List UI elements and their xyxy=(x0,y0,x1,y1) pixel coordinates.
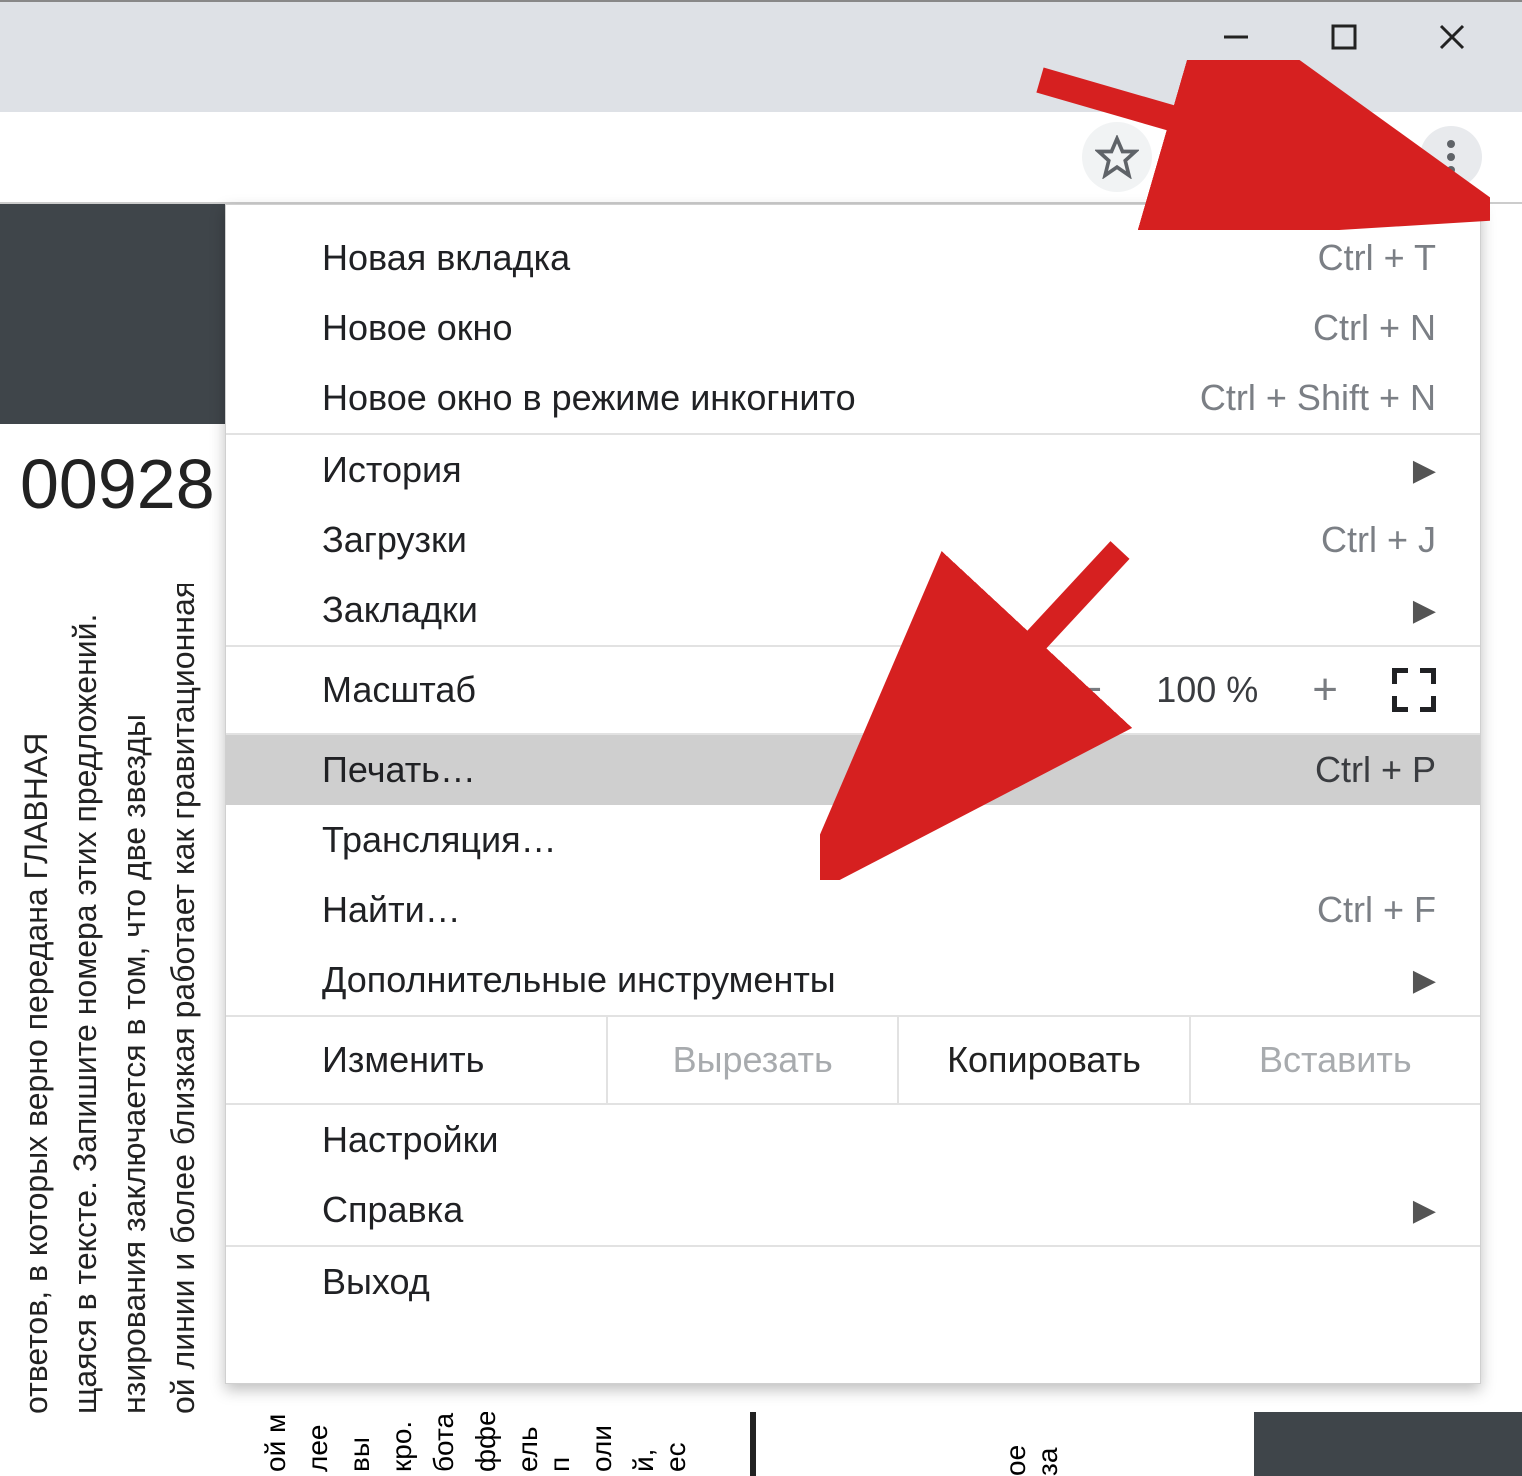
menu-label: Новое окно xyxy=(322,307,512,349)
menu-item-cast[interactable]: Трансляция… xyxy=(226,805,1480,875)
stub-text: бота xyxy=(428,1412,460,1472)
zoom-value: 100 % xyxy=(1156,669,1258,711)
menu-item-edit: Изменить Вырезать Копировать Вставить xyxy=(226,1015,1480,1105)
stub-text: оли xyxy=(586,1412,618,1472)
stub-text: лее xyxy=(302,1412,334,1472)
menu-item-new-window[interactable]: Новое окно Ctrl + N xyxy=(226,293,1480,363)
chevron-right-icon: ▶ xyxy=(1413,593,1436,628)
stub-text: ффе xyxy=(470,1412,502,1472)
stub-text: кро. xyxy=(386,1412,418,1472)
menu-label: Печать… xyxy=(322,749,476,791)
menu-label: Загрузки xyxy=(322,519,467,561)
menu-label: Выход xyxy=(322,1261,430,1303)
menu-shortcut: Ctrl + N xyxy=(1313,307,1436,349)
maximize-button[interactable] xyxy=(1324,17,1364,57)
zoom-label: Масштаб xyxy=(322,669,476,711)
bottom-text-stubs: ой м лее вы кро. бота ффе ель п оли й, е… xyxy=(0,1412,760,1476)
vertical-text-line: щаяся в тексте. Запишите номера этих пре… xyxy=(67,584,104,1414)
menu-label: Новое окно в режиме инкогнито xyxy=(322,377,856,419)
menu-item-downloads[interactable]: Загрузки Ctrl + J xyxy=(226,505,1480,575)
page-number-fragment: 00928 xyxy=(20,444,215,524)
menu-label: Трансляция… xyxy=(322,819,557,861)
title-bar xyxy=(0,0,1522,112)
menu-item-new-tab[interactable]: Новая вкладка Ctrl + T xyxy=(226,223,1480,293)
vertical-text-line: нзирования заключается в том, что две зв… xyxy=(116,584,153,1414)
chevron-right-icon: ▶ xyxy=(1413,963,1436,998)
menu-label: Справка xyxy=(322,1189,463,1231)
menu-item-more-tools[interactable]: Дополнительные инструменты ▶ xyxy=(226,945,1480,1015)
content-area: 00928 ответов, в которых верно передана … xyxy=(0,204,1522,1476)
stub-text: вы xyxy=(344,1412,376,1472)
edit-label: Изменить xyxy=(226,1017,606,1103)
menu-item-print[interactable]: Печать… Ctrl + P xyxy=(226,735,1480,805)
dot-icon xyxy=(1447,153,1455,161)
menu-item-find[interactable]: Найти… Ctrl + F xyxy=(226,875,1480,945)
window-controls xyxy=(1216,17,1522,57)
vertical-text-group: ответов, в которых верно передана ГЛАВНА… xyxy=(18,584,202,1284)
copy-button[interactable]: Копировать xyxy=(897,1017,1188,1103)
fullscreen-icon[interactable] xyxy=(1392,668,1436,712)
menu-label: Новая вкладка xyxy=(322,237,570,279)
menu-item-help[interactable]: Справка ▶ xyxy=(226,1175,1480,1245)
pdf-dark-background xyxy=(1254,1412,1522,1476)
menu-item-zoom: Масштаб − 100 % + xyxy=(226,647,1480,733)
dot-icon xyxy=(1447,166,1455,174)
pdf-dark-background xyxy=(0,204,225,424)
paste-button[interactable]: Вставить xyxy=(1189,1017,1480,1103)
minimize-button[interactable] xyxy=(1216,17,1256,57)
zoom-out-button[interactable]: − xyxy=(1077,665,1103,715)
menu-dots-button[interactable] xyxy=(1420,126,1482,188)
stub-text: ой м xyxy=(260,1412,292,1472)
vertical-text-line: ответов, в которых верно передана ГЛАВНА… xyxy=(18,584,55,1414)
profile-avatar[interactable] xyxy=(1342,135,1386,179)
dot-icon xyxy=(1447,140,1455,148)
cut-button[interactable]: Вырезать xyxy=(606,1017,897,1103)
bookmark-star-button[interactable] xyxy=(1082,122,1152,192)
menu-label: Дополнительные инструменты xyxy=(322,959,836,1001)
menu-label: Найти… xyxy=(322,889,461,931)
stub-text: й, ес xyxy=(628,1412,692,1472)
extension-icon[interactable] xyxy=(1186,135,1230,179)
menu-shortcut: Ctrl + Shift + N xyxy=(1200,377,1436,419)
menu-shortcut: Ctrl + T xyxy=(1318,237,1436,279)
menu-label: Закладки xyxy=(322,589,478,631)
menu-item-exit[interactable]: Выход xyxy=(226,1247,1480,1317)
menu-shortcut: Ctrl + J xyxy=(1321,519,1436,561)
zoom-controls: − 100 % + xyxy=(1077,665,1436,715)
browser-toolbar xyxy=(0,112,1522,204)
chevron-right-icon: ▶ xyxy=(1413,453,1436,488)
menu-label: История xyxy=(322,449,462,491)
stub-text: ель п xyxy=(512,1412,576,1472)
menu-shortcut: Ctrl + P xyxy=(1315,749,1436,791)
chevron-right-icon: ▶ xyxy=(1413,1193,1436,1228)
menu-item-settings[interactable]: Настройки xyxy=(226,1105,1480,1175)
vertical-text-line: ой линии и более близкая работает как гр… xyxy=(165,584,202,1414)
chrome-main-menu: Новая вкладка Ctrl + T Новое окно Ctrl +… xyxy=(225,204,1481,1384)
menu-item-incognito[interactable]: Новое окно в режиме инкогнито Ctrl + Shi… xyxy=(226,363,1480,433)
menu-label: Настройки xyxy=(322,1119,499,1161)
zoom-in-button[interactable]: + xyxy=(1312,665,1338,715)
extensions-puzzle-icon[interactable] xyxy=(1264,135,1308,179)
menu-item-history[interactable]: История ▶ xyxy=(226,435,1480,505)
divider xyxy=(750,1412,756,1476)
stub-text: ое за xyxy=(1000,1416,1064,1476)
close-button[interactable] xyxy=(1432,17,1472,57)
menu-item-bookmarks[interactable]: Закладки ▶ xyxy=(226,575,1480,645)
menu-shortcut: Ctrl + F xyxy=(1317,889,1436,931)
